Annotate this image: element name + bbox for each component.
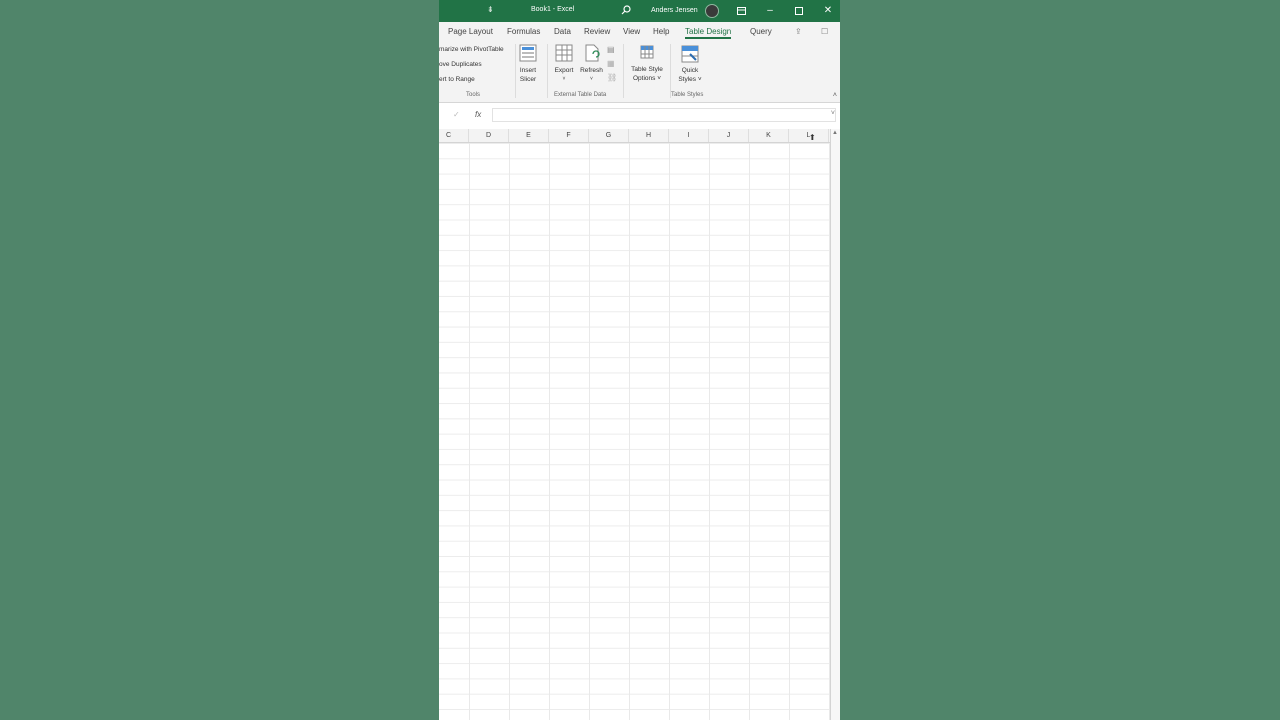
convert-to-range-button[interactable]: ert to Range [439,76,475,83]
ribbon: marize with PivotTable ove Duplicates er… [439,40,840,103]
quick-styles-line1[interactable]: Quick [675,66,705,75]
refresh-icon[interactable] [583,44,601,62]
quick-styles-line2[interactable]: Styles ˅ [675,75,705,84]
column-header-g[interactable]: G [589,129,629,142]
column-header-f[interactable]: F [549,129,589,142]
column-header-c[interactable]: C [439,129,469,142]
ribbon-display-options-icon[interactable] [733,3,749,19]
collapse-ribbon-icon[interactable]: ˄ [833,92,837,99]
table-style-options-line2[interactable]: Options ˅ [627,74,667,83]
column-headers: C D E F G H I J K L [439,129,830,143]
column-header-e[interactable]: E [509,129,549,142]
ribbon-separator [547,44,548,98]
ribbon-separator [623,44,624,98]
table-style-options-icon[interactable] [640,45,654,59]
maximize-icon[interactable] [791,3,807,19]
properties-icon[interactable]: ▤ [607,45,615,54]
enter-check-icon[interactable]: ✓ [453,110,460,119]
ribbon-tabs: Page Layout Formulas Data Review View He… [439,22,840,40]
tab-review[interactable]: Review [584,27,610,36]
open-in-browser-icon[interactable]: ▦ [607,59,615,68]
formula-input[interactable] [492,108,836,122]
column-header-d[interactable]: D [469,129,509,142]
minimize-icon[interactable]: – [762,3,778,19]
formula-bar: ✓ fx ˅ [439,105,840,125]
unlink-icon[interactable]: ⛓ [607,73,617,82]
insert-slicer-line1[interactable]: Insert [516,66,540,75]
tab-data[interactable]: Data [554,27,571,36]
vertical-scrollbar[interactable]: ▲ [830,129,840,720]
tab-view[interactable]: View [623,27,640,36]
search-icon[interactable] [620,4,632,16]
ribbon-separator [670,44,671,98]
share-icon[interactable]: ⇪ [795,27,802,36]
group-label-external-table-data: External Table Data [554,92,607,98]
user-name[interactable]: Anders Jensen [651,7,698,14]
tab-table-design[interactable]: Table Design [685,27,732,39]
comments-icon[interactable]: ☐ [821,27,828,36]
quick-styles-icon[interactable] [681,45,699,63]
column-header-i[interactable]: I [669,129,709,142]
column-header-k[interactable]: K [749,129,789,142]
formula-controls: ✓ fx [439,105,491,125]
remove-duplicates-button[interactable]: ove Duplicates [439,61,482,68]
group-label-table-styles: Table Styles [671,92,704,98]
column-header-j[interactable]: J [709,129,749,142]
avatar[interactable] [705,4,719,18]
group-label-tools: Tools [466,92,481,98]
table-style-options-line1[interactable]: Table Style [627,65,667,74]
scroll-up-icon[interactable]: ▲ [832,130,838,136]
insert-function-button[interactable]: fx [475,110,481,119]
slicer-icon[interactable] [519,44,537,62]
insert-slicer-line2[interactable]: Slicer [516,75,540,84]
refresh-dropdown-icon[interactable]: ˅ [578,75,605,84]
worksheet-grid[interactable] [439,143,830,720]
tab-help[interactable]: Help [653,27,669,36]
mouse-cursor-icon: ⬆ [809,133,816,142]
tab-query[interactable]: Query [750,27,772,36]
tab-page-layout[interactable]: Page Layout [448,27,493,36]
export-icon[interactable] [555,44,573,62]
expand-formula-bar-icon[interactable]: ˅ [831,110,835,117]
title-bar: ⇟ Book1 - Excel Anders Jensen – ✕ [439,0,840,22]
close-icon[interactable]: ✕ [820,3,836,19]
column-header-h[interactable]: H [629,129,669,142]
export-button[interactable]: Export [551,66,577,75]
excel-window: ⇟ Book1 - Excel Anders Jensen – ✕ Page L… [439,0,840,720]
window-title: Book1 - Excel [531,6,575,13]
export-dropdown-icon[interactable]: ˅ [551,75,577,84]
tab-formulas[interactable]: Formulas [507,27,540,36]
summarize-with-pivottable-button[interactable]: marize with PivotTable [439,46,504,53]
customize-qat-icon[interactable]: ⇟ [487,5,494,14]
refresh-button[interactable]: Refresh [578,66,605,75]
